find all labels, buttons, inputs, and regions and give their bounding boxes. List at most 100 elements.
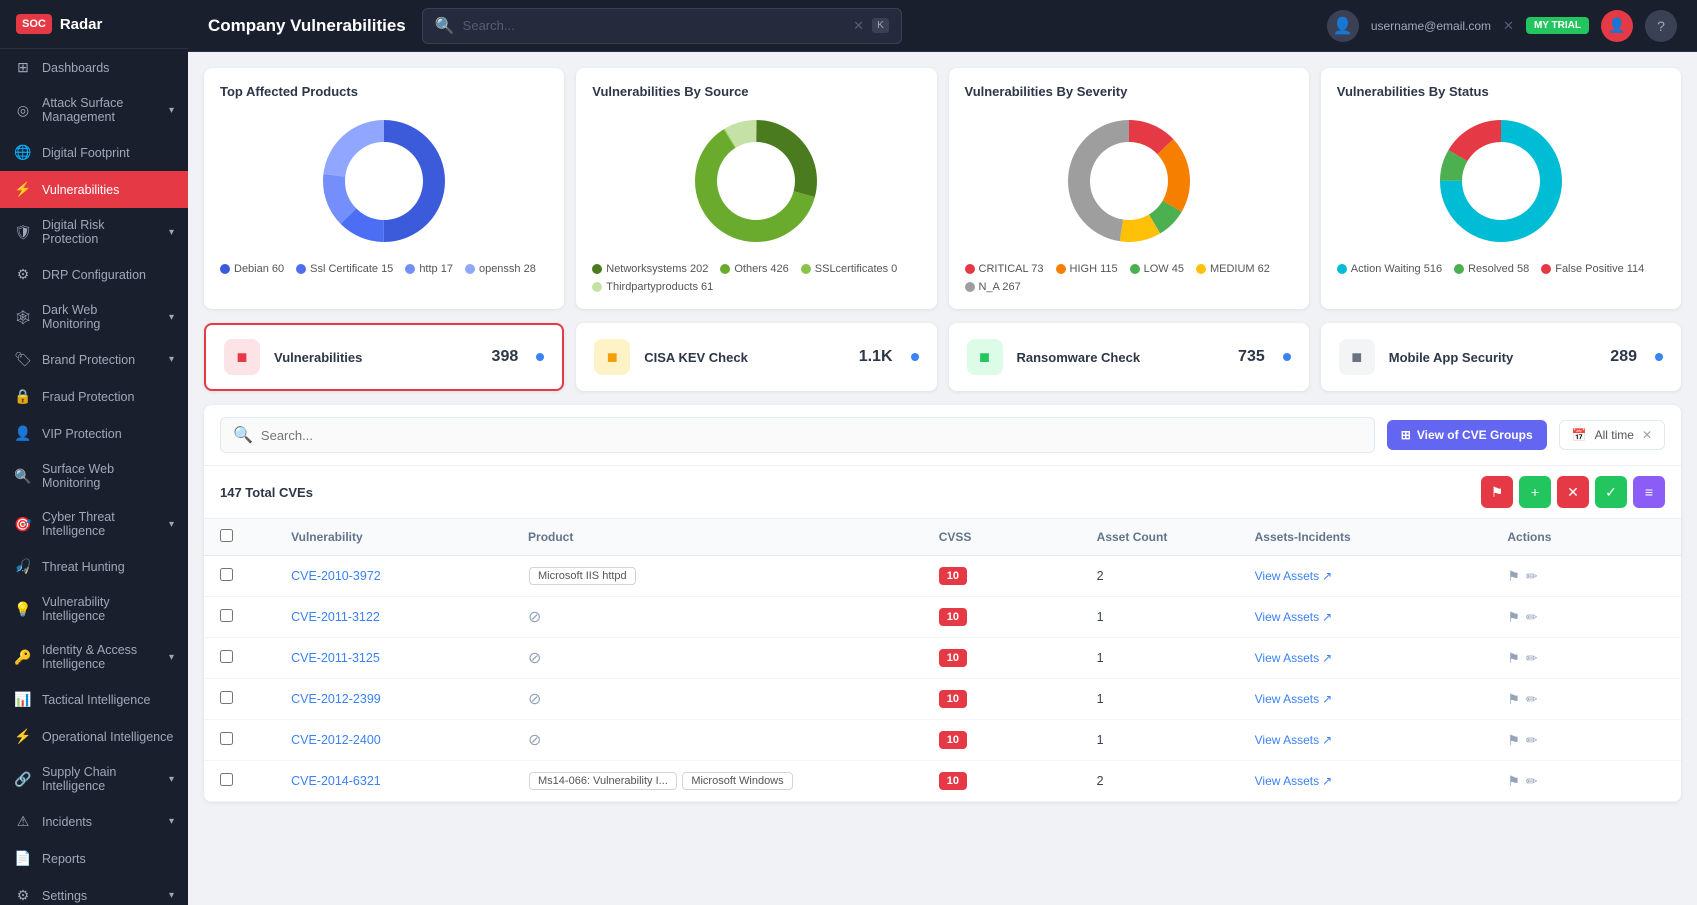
- summary-card-cisa[interactable]: ■ CISA KEV Check 1.1K: [576, 323, 936, 391]
- view-cve-groups-button[interactable]: ⊞ View of CVE Groups: [1387, 420, 1547, 450]
- action-icon-edit[interactable]: ✏: [1526, 568, 1538, 585]
- donut-chart: [592, 111, 920, 251]
- summary-card-vulnerabilities[interactable]: ■ Vulnerabilities 398: [204, 323, 564, 391]
- sidebar-item-threat-hunting[interactable]: 🎣 Threat Hunting: [0, 548, 188, 585]
- cvss-badge: 10: [939, 649, 967, 667]
- action-icon-edit[interactable]: ✏: [1526, 773, 1538, 790]
- action-icon-flag[interactable]: ⚑: [1507, 568, 1520, 585]
- sidebar-item-cyber-threat[interactable]: 🎯 Cyber Threat Intelligence ▾: [0, 500, 188, 548]
- action-icon-edit[interactable]: ✏: [1526, 650, 1538, 667]
- row-checkbox[interactable]: [220, 691, 233, 704]
- table-search-input[interactable]: [261, 428, 1362, 443]
- sidebar-item-dashboards[interactable]: ⊞ Dashboards: [0, 49, 188, 86]
- action-icon-flag[interactable]: ⚑: [1507, 650, 1520, 667]
- sidebar-item-vip[interactable]: 👤 VIP Protection: [0, 415, 188, 452]
- sidebar-item-attack-surface[interactable]: ◎ Attack Surface Management ▾: [0, 86, 188, 134]
- risk-icon: 🛡: [14, 224, 32, 241]
- row-checkbox-cell: [204, 720, 275, 761]
- cve-link[interactable]: CVE-2011-3125: [291, 651, 380, 665]
- sidebar-item-fraud[interactable]: 🔒 Fraud Protection: [0, 378, 188, 415]
- row-checkbox[interactable]: [220, 650, 233, 663]
- table-toolbar: 🔍 ⊞ View of CVE Groups 📅 All time ✕: [204, 405, 1681, 466]
- sidebar-item-label: Threat Hunting: [42, 560, 174, 574]
- sidebar-item-tactical[interactable]: 📊 Tactical Intelligence: [0, 681, 188, 718]
- sidebar-item-supply-chain[interactable]: 🔗 Supply Chain Intelligence ▾: [0, 755, 188, 803]
- view-assets-link[interactable]: View Assets ↗: [1255, 569, 1476, 583]
- header-search[interactable]: 🔍 ✕ K: [422, 8, 902, 44]
- sidebar-item-label: Identity & Access Intelligence: [42, 643, 159, 671]
- filter-btn-remove[interactable]: ✕: [1557, 476, 1589, 508]
- filter-btn-confirm[interactable]: ✓: [1595, 476, 1627, 508]
- summary-card-mobile[interactable]: ■ Mobile App Security 289: [1321, 323, 1681, 391]
- action-icon-flag[interactable]: ⚑: [1507, 609, 1520, 626]
- action-icon-edit[interactable]: ✏: [1526, 609, 1538, 626]
- sidebar-item-reports[interactable]: 📄 Reports: [0, 840, 188, 877]
- cve-link[interactable]: CVE-2014-6321: [291, 774, 381, 788]
- summary-label: Ransomware Check: [1017, 350, 1225, 365]
- row-checkbox[interactable]: [220, 609, 233, 622]
- sidebar-item-digital-footprint[interactable]: 🌐 Digital Footprint: [0, 134, 188, 171]
- sidebar-item-digital-risk[interactable]: 🛡 Digital Risk Protection ▾: [0, 208, 188, 256]
- row-checkbox[interactable]: [220, 568, 233, 581]
- sidebar-item-settings[interactable]: ⚙ Settings ▾: [0, 877, 188, 905]
- chevron-icon: ▾: [169, 519, 174, 530]
- table-header: Vulnerability Product CVSS Asset Count A…: [204, 519, 1681, 556]
- summary-count: 1.1K: [859, 348, 893, 366]
- close-date-icon[interactable]: ✕: [1642, 428, 1652, 442]
- incidents-icon: ⚠: [14, 813, 32, 830]
- row-checkbox[interactable]: [220, 773, 233, 786]
- select-all-checkbox[interactable]: [220, 529, 233, 542]
- product-tag: Ms14-066: Vulnerability I...: [529, 772, 677, 790]
- search-clear-icon[interactable]: ✕: [853, 18, 864, 34]
- cve-link[interactable]: CVE-2012-2400: [291, 733, 381, 747]
- action-icon-flag[interactable]: ⚑: [1507, 773, 1520, 790]
- view-assets-link[interactable]: View Assets ↗: [1255, 733, 1476, 747]
- vuln-icon: ⚡: [14, 181, 32, 198]
- row-checkbox[interactable]: [220, 732, 233, 745]
- cvss-badge: 10: [939, 608, 967, 626]
- sidebar-item-brand-protection[interactable]: 🏷 Brand Protection ▾: [0, 341, 188, 378]
- filter-btn-add[interactable]: +: [1519, 476, 1551, 508]
- action-icon-edit[interactable]: ✏: [1526, 732, 1538, 749]
- sidebar-item-label: Digital Risk Protection: [42, 218, 159, 246]
- date-filter[interactable]: 📅 All time ✕: [1559, 420, 1665, 450]
- table-row: CVE-2014-6321 Ms14-066: Vulnerability I.…: [204, 761, 1681, 802]
- charts-row: Top Affected Products Debian 60 Ssl Cert: [204, 68, 1681, 309]
- sidebar-item-identity[interactable]: 🔑 Identity & Access Intelligence ▾: [0, 633, 188, 681]
- sidebar-item-label: Surface Web Monitoring: [42, 462, 174, 490]
- search-shortcut: K: [872, 18, 889, 33]
- donut-chart: [1337, 111, 1665, 251]
- trial-badge[interactable]: MY TRIAL: [1526, 17, 1589, 34]
- header-search-input[interactable]: [463, 18, 846, 33]
- asset-count-cell: 1: [1081, 720, 1239, 761]
- view-assets-link[interactable]: View Assets ↗: [1255, 610, 1476, 624]
- actions-cell: ⚑ ✏: [1491, 556, 1681, 597]
- table-search[interactable]: 🔍: [220, 417, 1375, 453]
- cve-id-cell: CVE-2011-3125: [275, 638, 512, 679]
- sidebar-item-vuln-intelligence[interactable]: 💡 Vulnerability Intelligence: [0, 585, 188, 633]
- view-assets-link[interactable]: View Assets ↗: [1255, 651, 1476, 665]
- sidebar-item-surface-web[interactable]: 🔍 Surface Web Monitoring: [0, 452, 188, 500]
- summary-card-ransomware[interactable]: ■ Ransomware Check 735: [949, 323, 1309, 391]
- user-close-icon[interactable]: ✕: [1503, 18, 1514, 34]
- sidebar-item-operational[interactable]: ⚡ Operational Intelligence: [0, 718, 188, 755]
- view-assets-link[interactable]: View Assets ↗: [1255, 774, 1476, 788]
- filter-btn-menu[interactable]: ≡: [1633, 476, 1665, 508]
- action-icon-flag[interactable]: ⚑: [1507, 691, 1520, 708]
- asset-count-cell: 1: [1081, 679, 1239, 720]
- action-icon-edit[interactable]: ✏: [1526, 691, 1538, 708]
- cvss-cell: 10: [923, 556, 1081, 597]
- chart-top-affected: Top Affected Products Debian 60 Ssl Cert: [204, 68, 564, 309]
- view-assets-link[interactable]: View Assets ↗: [1255, 692, 1476, 706]
- sidebar-item-vulnerabilities[interactable]: ⚡ Vulnerabilities: [0, 171, 188, 208]
- sidebar-logo: SOC Radar: [0, 0, 188, 49]
- sidebar-item-dark-web[interactable]: 🕸 Dark Web Monitoring ▾: [0, 293, 188, 341]
- cve-link[interactable]: CVE-2011-3122: [291, 610, 380, 624]
- action-icon-flag[interactable]: ⚑: [1507, 732, 1520, 749]
- cve-link[interactable]: CVE-2012-2399: [291, 692, 381, 706]
- sidebar-item-incidents[interactable]: ⚠ Incidents ▾: [0, 803, 188, 840]
- cve-link[interactable]: CVE-2010-3972: [291, 569, 381, 583]
- summary-label: Vulnerabilities: [274, 350, 478, 365]
- sidebar-item-drp-config[interactable]: ⚙ DRP Configuration: [0, 256, 188, 293]
- filter-btn-critical[interactable]: ⚑: [1481, 476, 1513, 508]
